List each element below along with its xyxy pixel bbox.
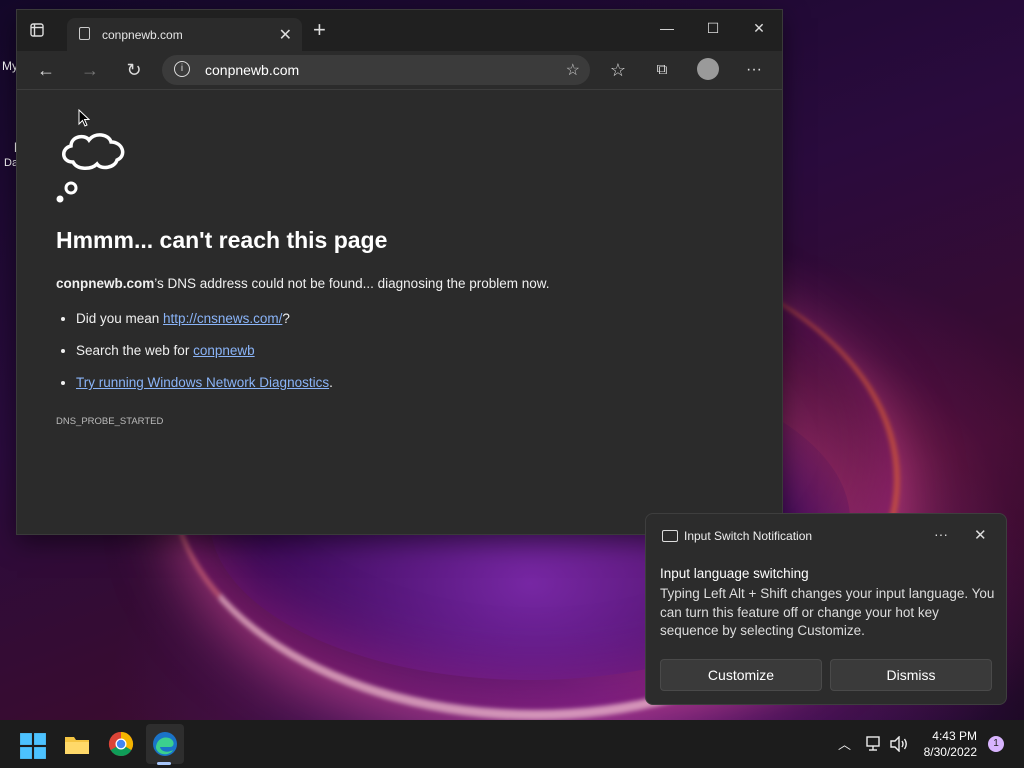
tab-bar: conpnewb.com ✕ + — ☐ ✕ [17,10,782,51]
forward-icon[interactable]: → [78,59,102,81]
info-icon[interactable]: i [174,61,190,77]
network-icon[interactable] [864,736,882,752]
search-web-link[interactable]: conpnewb [193,343,255,358]
suggestion-text: Search the web for [76,343,194,358]
list-item: Did you mean http://cnsnews.com/? [76,308,333,330]
dismiss-button[interactable]: Dismiss [830,659,992,691]
maximize-button[interactable]: ☐ [698,20,728,37]
chevron-up-icon[interactable]: ︿ [838,734,851,753]
error-description: conpnewb.com’s DNS address could not be … [56,276,550,291]
notification-close-button[interactable]: ✕ [974,526,987,544]
mouse-cursor-icon [78,109,90,127]
error-page: Hmmm... can't reach this page conpnewb.c… [17,90,782,534]
file-explorer-icon[interactable] [63,730,91,758]
refresh-icon[interactable]: ↻ [122,59,146,81]
favorites-icon[interactable]: ☆ [606,59,630,81]
clock-date: 8/30/2022 [923,745,977,759]
network-diagnostics-link[interactable]: Try running Windows Network Diagnostics [76,375,329,390]
edge-icon[interactable] [151,730,179,758]
back-icon[interactable]: ← [34,59,58,81]
notification-heading: Input language switching [660,566,809,581]
more-menu-icon[interactable]: ··· [742,59,766,81]
clock-time: 4:43 PM [932,729,977,743]
desktop-icon-label-my[interactable]: My [2,59,18,73]
suggestion-list: Did you mean http://cnsnews.com/? Search… [56,298,333,394]
page-error-icon [79,27,90,40]
error-code: DNS_PROBE_STARTED [56,416,164,427]
new-tab-button[interactable]: + [313,19,326,41]
suggestion-text: . [329,375,333,390]
suggestion-text: ? [282,311,290,326]
notification-more-button[interactable]: ··· [934,526,948,542]
customize-button[interactable]: Customize [660,659,822,691]
start-windows-icon[interactable] [19,732,47,760]
chrome-icon[interactable] [107,730,135,758]
tab-title: conpnewb.com [102,28,183,42]
browser-window: conpnewb.com ✕ + — ☐ ✕ ← → ↻ i conpnewb.… [17,10,782,534]
suggested-url-link[interactable]: http://cnsnews.com/ [163,311,282,326]
thought-cloud-icon [56,133,125,203]
profile-avatar[interactable] [697,58,719,80]
notification-title: Input Switch Notification [684,529,813,543]
error-heading: Hmmm... can't reach this page [56,227,388,253]
tab-actions-icon[interactable] [29,22,47,40]
minimize-button[interactable]: — [652,20,682,36]
toolbar: ← → ↻ i conpnewb.com ☆ ☆ ⧉ ··· [17,51,782,90]
collections-icon[interactable]: ⧉ [650,59,674,81]
address-url[interactable]: conpnewb.com [205,62,299,78]
suggestion-text: Did you mean [76,311,164,326]
list-item: Search the web for conpnewb [76,340,333,362]
list-item: Try running Windows Network Diagnostics. [76,372,333,394]
edge-running-indicator [157,762,171,765]
add-favorite-icon[interactable]: ☆ [566,60,580,80]
close-window-button[interactable]: ✕ [744,20,774,37]
address-bar[interactable]: i conpnewb.com ☆ [162,55,590,85]
error-description-text: ’s DNS address could not be found... dia… [154,276,550,291]
notification-count-badge[interactable]: 1 [988,736,1004,752]
notification-body: Typing Left Alt + Shift changes your inp… [660,586,995,638]
desktop-icon-label-da[interactable]: Da [4,157,18,169]
error-domain: conpnewb.com [56,276,155,291]
taskbar-clock[interactable]: 4:43 PM 8/30/2022 [905,728,977,760]
taskbar: ︿ 4:43 PM 8/30/2022 1 [0,720,1024,768]
tab-active[interactable]: conpnewb.com ✕ [67,18,302,51]
tab-close-icon[interactable]: ✕ [279,25,292,45]
keyboard-icon [662,530,678,542]
input-switch-notification: Input Switch Notification ··· ✕ Input la… [645,513,1007,705]
